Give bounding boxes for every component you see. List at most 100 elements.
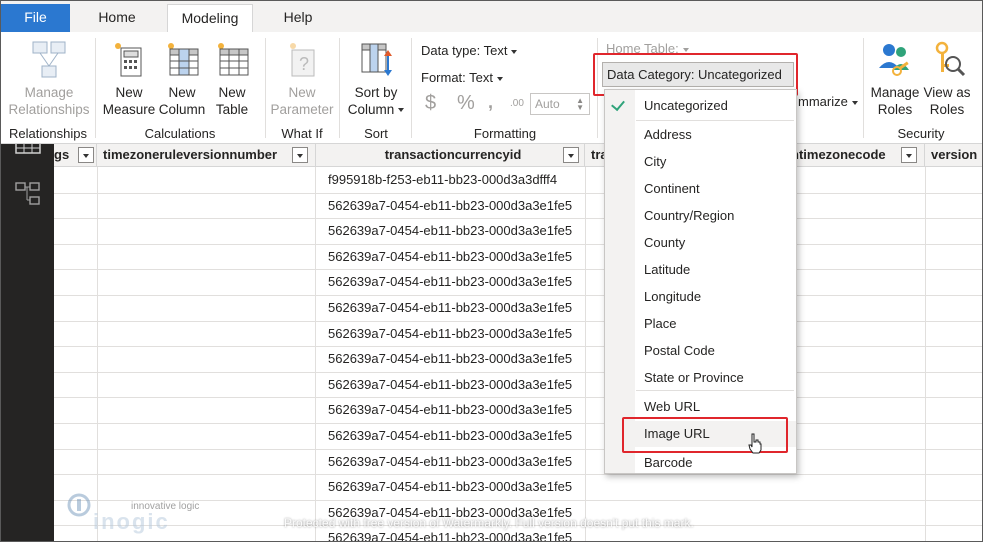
view-as-roles-button[interactable]: View as Roles <box>921 38 973 118</box>
column-header-label: version <box>931 147 978 162</box>
column-header-label: gs <box>54 147 70 162</box>
group-label-relationships: Relationships <box>8 126 88 141</box>
table-cell[interactable]: 562639a7-0454-eb11-bb23-000d3a3e1fe5 <box>322 372 584 397</box>
decimal-button[interactable]: .00 <box>510 98 524 109</box>
menu-item-web-url[interactable]: Web URL <box>644 399 700 414</box>
table-cell[interactable]: 562639a7-0454-eb11-bb23-000d3a3e1fe5 <box>322 295 584 320</box>
menu-separator <box>636 390 794 391</box>
table-cell[interactable]: 562639a7-0454-eb11-bb23-000d3a3e1fe5 <box>322 269 584 294</box>
data-view-icon[interactable] <box>15 143 41 155</box>
manage-roles-button[interactable]: Manage Roles <box>867 38 923 118</box>
format-label: Format: Text <box>421 70 494 85</box>
menu-item-address[interactable]: Address <box>644 127 692 142</box>
new-measure-label-1: New <box>115 85 143 100</box>
new-column-label-1: New <box>168 85 196 100</box>
group-label-formatting: Formatting <box>473 126 537 141</box>
menu-item-city[interactable]: City <box>644 154 666 169</box>
new-parameter-label-2: Parameter <box>270 102 334 117</box>
comma-style-button[interactable]: , <box>488 92 493 113</box>
new-column-icon <box>168 43 199 76</box>
sort-by-column-button[interactable]: Sort by Column <box>345 38 407 118</box>
manage-roles-icon <box>879 44 909 76</box>
view-as-roles-icon <box>935 41 966 77</box>
group-label-security: Security <box>897 126 945 141</box>
percent-button[interactable]: % <box>457 92 475 115</box>
table-cell[interactable]: 562639a7-0454-eb11-bb23-000d3a3e1fe5 <box>322 218 584 243</box>
filter-dropdown-icon[interactable] <box>901 147 917 163</box>
column-header-label: timezoneruleversionnumber <box>103 147 278 162</box>
spinner-icon[interactable]: ▲ ▼ <box>576 97 584 112</box>
summarize-label: mmarize <box>798 94 848 109</box>
group-label-sort: Sort <box>364 126 388 141</box>
summarize-dropdown[interactable]: mmarize <box>798 94 858 109</box>
new-table-button[interactable]: New Table <box>207 38 257 118</box>
menu-item-longitude[interactable]: Longitude <box>644 289 701 304</box>
table-cell[interactable]: f995918b-f253-eb11-bb23-000d3a3dfff4 <box>322 167 584 192</box>
table-cell[interactable]: 562639a7-0454-eb11-bb23-000d3a3e1fe5 <box>322 423 584 448</box>
decimal-places-value: Auto <box>535 97 560 111</box>
new-parameter-button[interactable]: ? New Parameter <box>269 38 335 118</box>
manage-relationships-label-1: Manage <box>24 85 74 100</box>
menu-item-postal-code[interactable]: Postal Code <box>644 343 715 358</box>
column-header-label: ntimezonecode <box>791 147 886 162</box>
filter-dropdown-icon[interactable] <box>563 147 579 163</box>
menu-separator <box>636 120 794 121</box>
new-measure-button[interactable]: New Measure <box>101 38 157 118</box>
table-cell[interactable]: 562639a7-0454-eb11-bb23-000d3a3e1fe5 <box>322 397 584 422</box>
chevron-down-icon <box>511 49 518 54</box>
column-header[interactable]: transactioncurrencyid <box>316 144 585 167</box>
table-cell[interactable]: 562639a7-0454-eb11-bb23-000d3a3e1fe5 <box>322 346 584 371</box>
new-column-button[interactable]: New Column <box>157 38 207 118</box>
menu-item-country-region[interactable]: Country/Region <box>644 208 734 223</box>
menu-gutter <box>605 90 635 473</box>
group-divider <box>95 38 96 138</box>
new-parameter-label-1: New <box>288 85 316 100</box>
watermark-text: Protected with free version of Watermark… <box>284 516 694 530</box>
sort-by-column-icon <box>361 43 392 76</box>
new-table-label-1: New <box>218 85 246 100</box>
filter-dropdown-icon[interactable] <box>292 147 308 163</box>
menu-item-county[interactable]: County <box>644 235 685 250</box>
table-cell[interactable]: 562639a7-0454-eb11-bb23-000d3a3e1fe5 <box>322 193 584 218</box>
menu-item-barcode[interactable]: Barcode <box>644 455 692 470</box>
decimal-places-input[interactable]: Auto ▲ ▼ <box>530 93 590 115</box>
manage-relationships-label-2: Relationships <box>8 102 90 117</box>
tab-help[interactable]: Help <box>267 4 329 32</box>
ribbon: Manage Relationships Relationships New M… <box>1 32 982 144</box>
table-cell[interactable]: 562639a7-0454-eb11-bb23-000d3a3e1fe5 <box>322 449 584 474</box>
chevron-down-icon <box>682 47 689 52</box>
chevron-down-icon <box>851 100 858 105</box>
svg-text:?: ? <box>299 54 309 74</box>
inogic-logo-icon <box>67 493 91 517</box>
tab-home[interactable]: Home <box>83 4 151 32</box>
model-view-icon[interactable] <box>15 182 41 206</box>
column-header[interactable]: version <box>925 144 982 167</box>
data-type-dropdown[interactable]: Data type: Text <box>421 43 518 58</box>
menu-item-place[interactable]: Place <box>644 316 677 331</box>
ribbon-tab-bar: File Home Modeling Help <box>1 1 982 33</box>
tab-file[interactable]: File <box>1 4 70 32</box>
manage-relationships-button[interactable]: Manage Relationships <box>7 38 91 118</box>
group-divider <box>411 38 412 138</box>
column-divider <box>925 167 926 541</box>
menu-item-state-or-province[interactable]: State or Province <box>644 370 744 385</box>
sort-by-column-label-2-text: Column <box>347 102 395 117</box>
column-header[interactable]: timezoneruleversionnumber <box>97 144 316 167</box>
data-type-label: Data type: Text <box>421 43 508 58</box>
table-cell[interactable]: 562639a7-0454-eb11-bb23-000d3a3e1fe5 <box>322 474 584 499</box>
menu-item-continent[interactable]: Continent <box>644 181 700 196</box>
table-cell[interactable]: 562639a7-0454-eb11-bb23-000d3a3e1fe5 <box>322 244 584 269</box>
column-divider <box>585 167 586 541</box>
menu-item-latitude[interactable]: Latitude <box>644 262 690 277</box>
column-divider <box>97 167 98 541</box>
menu-item-uncategorized[interactable]: Uncategorized <box>644 98 728 113</box>
view-rail <box>1 143 54 541</box>
chevron-down-icon <box>398 108 405 113</box>
tab-modeling[interactable]: Modeling <box>167 4 253 33</box>
currency-button[interactable]: $ <box>425 92 436 115</box>
filter-dropdown-icon[interactable] <box>78 147 94 163</box>
format-dropdown[interactable]: Format: Text <box>421 70 504 85</box>
data-table: gs timezoneruleversionnumber transaction… <box>54 144 982 541</box>
table-cell[interactable]: 562639a7-0454-eb11-bb23-000d3a3e1fe5 <box>322 321 584 346</box>
parameter-icon: ? <box>290 43 315 77</box>
